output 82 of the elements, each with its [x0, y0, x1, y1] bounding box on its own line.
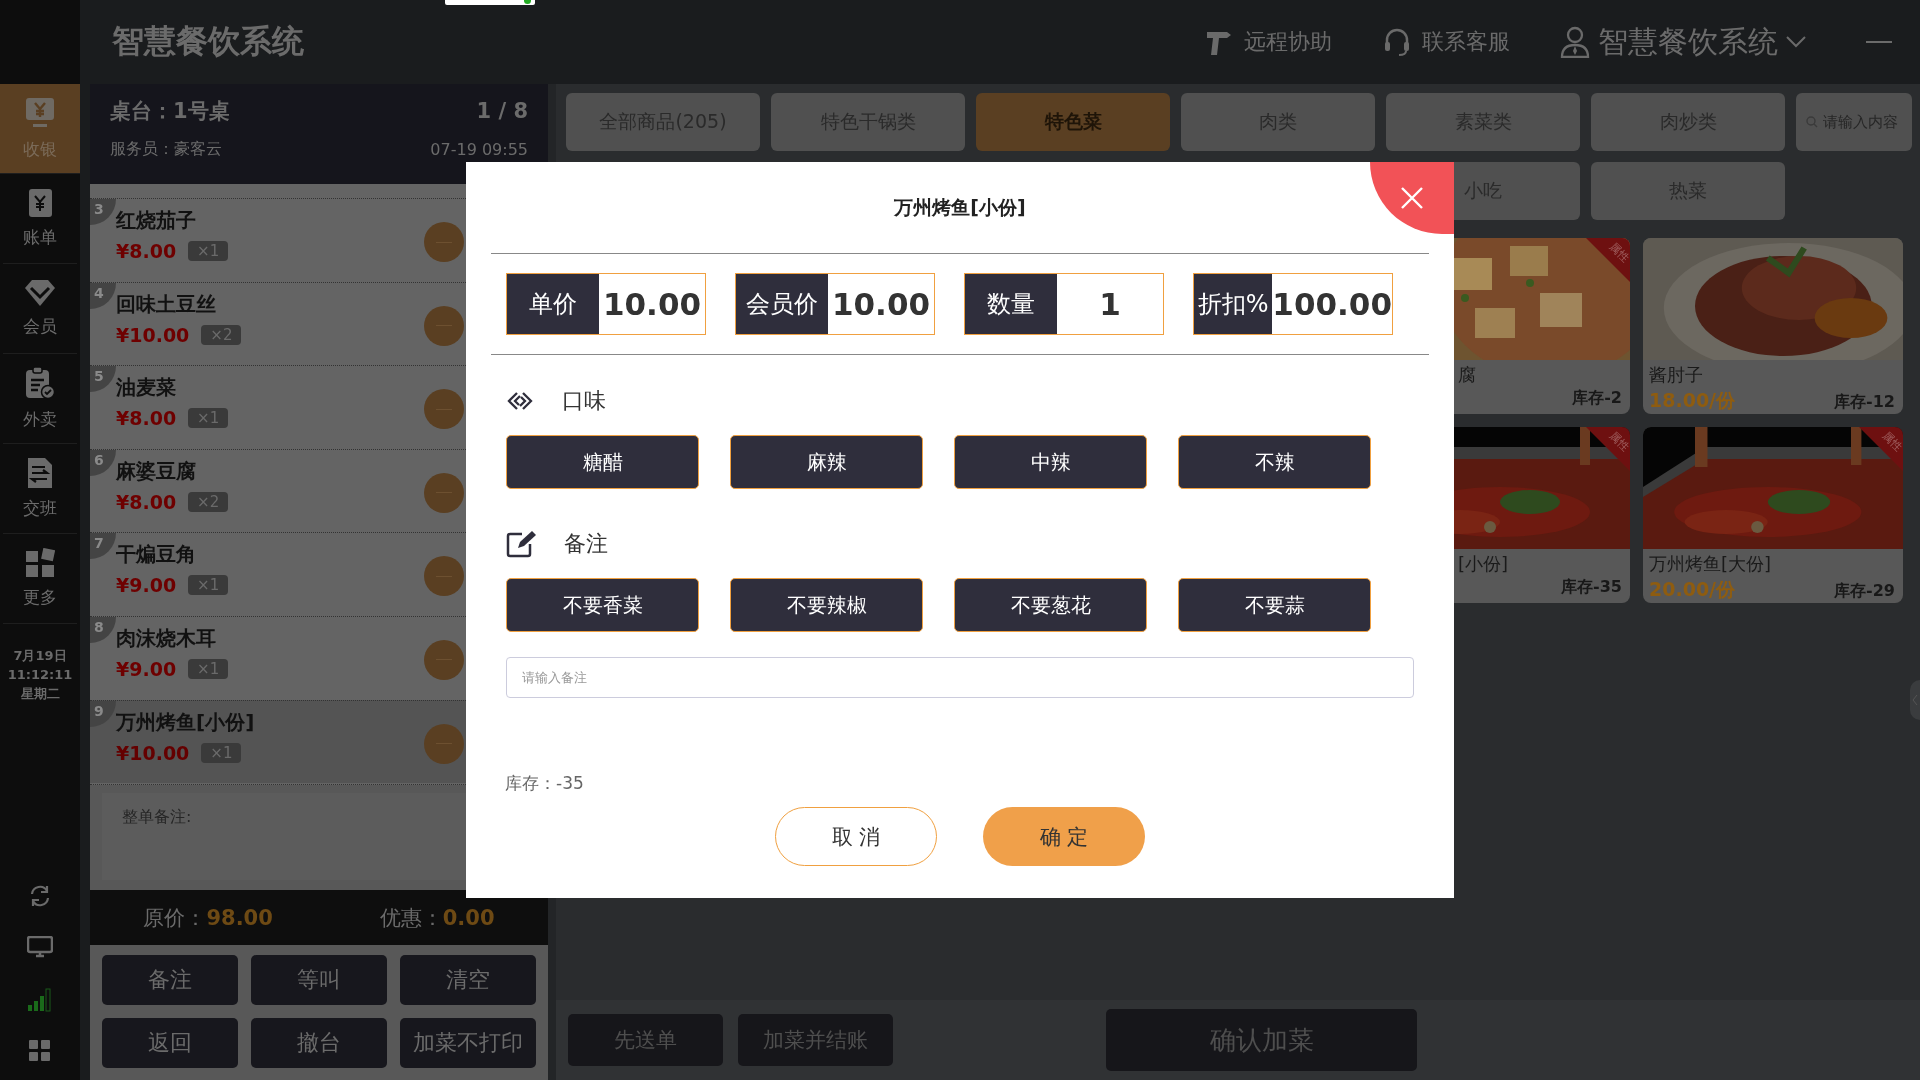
option-button[interactable]: 糖醋	[506, 435, 699, 489]
price-field[interactable]: 单价 10.00	[506, 273, 706, 335]
nav-item[interactable]: 更多	[3, 534, 77, 624]
app-title: 智慧餐饮系统	[112, 21, 304, 62]
price-field[interactable]: 折扣%100.00	[1193, 273, 1393, 335]
item-price: ¥9.00	[116, 657, 177, 680]
item-name: 麻婆豆腐	[116, 457, 196, 485]
product-card[interactable]: 属性 万州烤鱼[大份] 20.00/份 库存-29	[1643, 427, 1903, 603]
confirm-button[interactable]: 确 定	[983, 807, 1145, 866]
action-button[interactable]: 返回	[102, 1018, 238, 1068]
weekday-label: 星期二	[20, 685, 60, 703]
tag-label: 属性	[1607, 430, 1630, 454]
date-label: 7月19日	[13, 647, 67, 665]
action-button[interactable]: 清空	[400, 955, 536, 1005]
item-price: ¥9.00	[116, 574, 177, 597]
option-button[interactable]: 不要蒜	[1178, 578, 1371, 632]
page-counter: 1 / 8	[475, 99, 528, 123]
tag-label: 属性	[1880, 430, 1903, 454]
item-number: 6	[90, 449, 116, 476]
section-label: 备注	[564, 530, 608, 558]
option-button[interactable]: 不要香菜	[506, 578, 699, 632]
stock-label: 库存-35	[1561, 577, 1622, 598]
item-name: 肉沫烧木耳	[116, 624, 216, 652]
stock-label: 库存-29	[1834, 581, 1895, 602]
item-price: ¥8.00	[116, 240, 177, 262]
action-button[interactable]: 加菜不打印	[400, 1018, 536, 1068]
item-number: 4	[90, 282, 116, 309]
item-number: 3	[90, 199, 116, 225]
stock-label: 库存-12	[1834, 392, 1895, 413]
section-label: 口味	[562, 387, 606, 415]
action-button[interactable]: 备注	[102, 955, 238, 1005]
item-number: 9	[90, 700, 116, 727]
action-button[interactable]: 先送单	[568, 1014, 723, 1066]
option-button[interactable]: 中辣	[954, 435, 1147, 489]
item-name: 万州烤鱼[小份]	[116, 708, 255, 736]
action-button[interactable]: 撤台	[251, 1018, 387, 1068]
item-name: 回味土豆丝	[116, 290, 216, 318]
dialog-title: 万州烤鱼[小份]	[894, 194, 1026, 220]
item-number: 5	[90, 366, 116, 393]
option-button[interactable]: 不辣	[1178, 435, 1371, 489]
product-name: 酱肘子	[1649, 364, 1703, 386]
item-name: 红烧茄子	[116, 207, 196, 234]
product-name: 腐	[1458, 364, 1476, 386]
price-field[interactable]: 数量 1	[964, 273, 1164, 335]
item-name: 油麦菜	[116, 374, 176, 402]
nav-item[interactable]: 交班	[3, 444, 77, 534]
user-menu[interactable]: 智慧餐饮系统	[1560, 21, 1806, 63]
product-card[interactable]: 酱肘子 18.00/份 库存-12	[1643, 238, 1903, 414]
confirm-add-button[interactable]: 确认加菜	[1106, 1009, 1417, 1071]
category-tab[interactable]: 特色菜	[976, 93, 1170, 151]
product-name: 万州烤鱼[大份]	[1649, 553, 1772, 575]
option-button[interactable]: 不要葱花	[954, 578, 1147, 632]
header-link[interactable]: 联系客服	[1382, 27, 1510, 57]
stock-label: 库存-2	[1572, 388, 1622, 409]
header-link[interactable]: 远程协助	[1204, 27, 1332, 57]
order-time: 07-19 09:55	[430, 139, 528, 159]
item-number: 7	[90, 533, 116, 560]
action-button[interactable]: 加菜并结账	[738, 1014, 893, 1066]
original-price: 原价：98.00	[143, 904, 273, 932]
product-name: [小份]	[1458, 553, 1509, 575]
item-name: 干煸豆角	[116, 541, 196, 569]
item-price: ¥8.00	[116, 490, 177, 513]
option-button[interactable]: 麻辣	[730, 435, 923, 489]
tag-label: 属性	[1607, 241, 1630, 265]
nav-item[interactable]: 会员	[3, 264, 77, 354]
cancel-button[interactable]: 取 消	[775, 807, 937, 866]
discount-amount: 优惠：0.00	[379, 904, 495, 932]
item-price: ¥10.00	[116, 741, 190, 764]
item-number: 8	[90, 616, 116, 643]
product-price: 20.00/份	[1649, 577, 1736, 602]
price-field[interactable]: 会员价 10.00	[735, 273, 935, 335]
nav-item[interactable]: 外卖	[3, 354, 77, 444]
note-input[interactable]: 请输入备注	[506, 657, 1414, 698]
item-price: ¥8.00	[116, 407, 177, 430]
time-label: 11:12:11	[7, 666, 73, 684]
waiter-label: 服务员：豪客云	[110, 138, 223, 160]
action-button[interactable]: 等叫	[251, 955, 387, 1005]
nav-item[interactable]: 账单	[3, 174, 77, 264]
product-price: 18.00/份	[1649, 388, 1736, 413]
item-price: ¥10.00	[116, 323, 190, 346]
option-button[interactable]: 不要辣椒	[730, 578, 923, 632]
table-label: 桌台：1号桌	[110, 98, 231, 125]
